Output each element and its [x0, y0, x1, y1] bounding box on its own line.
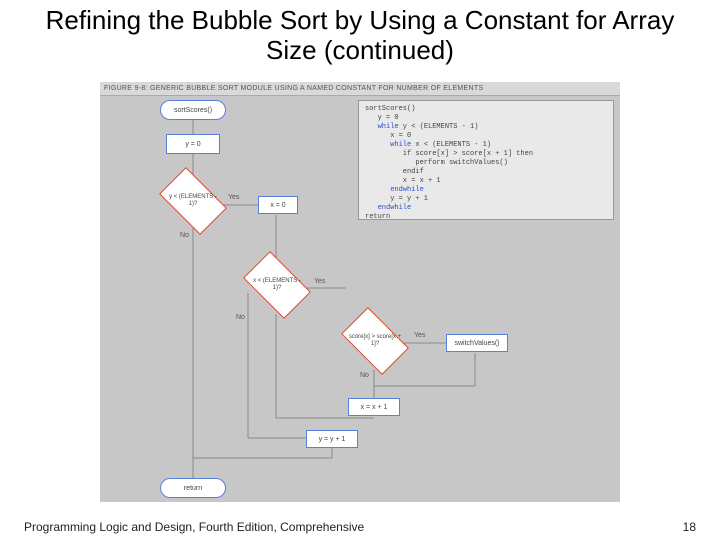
label-yes-2: Yes — [314, 278, 325, 285]
footer-text: Programming Logic and Design, Fourth Edi… — [24, 520, 364, 534]
node-x0: x = 0 — [258, 196, 298, 214]
node-return: return — [160, 478, 226, 498]
node-swap: switchValues() — [446, 334, 508, 352]
figure-container: FIGURE 9-8: GENERIC BUBBLE SORT MODULE U… — [100, 82, 620, 502]
node-y0: y = 0 — [166, 134, 220, 154]
node-start: sortScores() — [160, 100, 226, 120]
node-xinc: x = x + 1 — [348, 398, 400, 416]
label-yes-1: Yes — [228, 194, 239, 201]
node-yinc: y = y + 1 — [306, 430, 358, 448]
label-no-2: No — [236, 314, 245, 321]
label-yes-3: Yes — [414, 332, 425, 339]
label-no-3: No — [360, 372, 369, 379]
label-no-1: No — [180, 232, 189, 239]
page-title: Refining the Bubble Sort by Using a Cons… — [0, 0, 720, 70]
page-number: 18 — [683, 520, 696, 534]
